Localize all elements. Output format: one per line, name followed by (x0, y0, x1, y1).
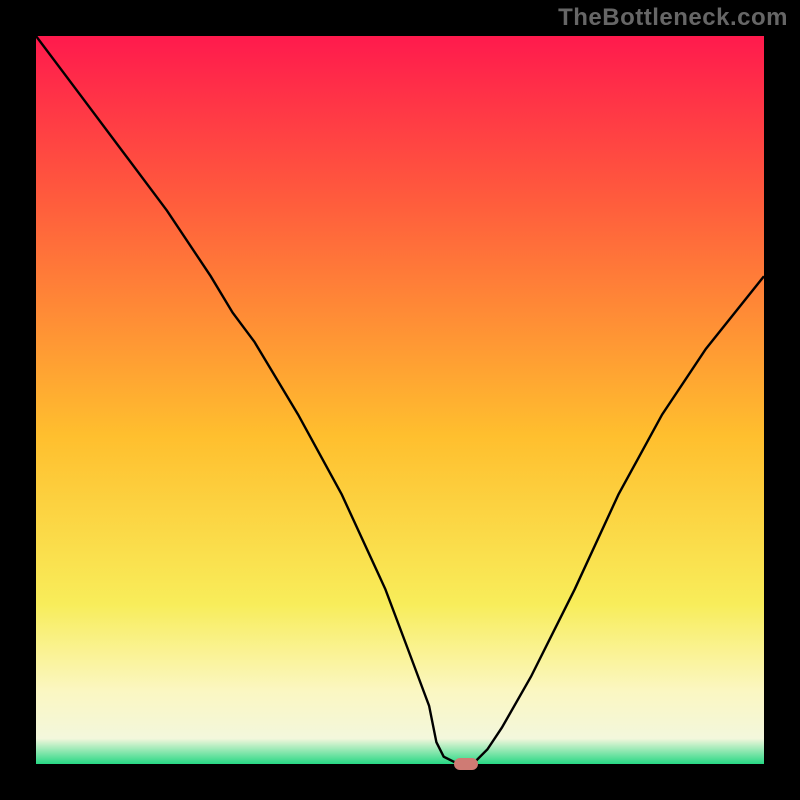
gradient-background (36, 36, 764, 764)
plot-area (36, 36, 764, 764)
watermark-text: TheBottleneck.com (558, 4, 788, 32)
chart-frame: TheBottleneck.com (0, 0, 800, 800)
optimal-point-marker (454, 758, 478, 770)
chart-svg (36, 36, 764, 764)
